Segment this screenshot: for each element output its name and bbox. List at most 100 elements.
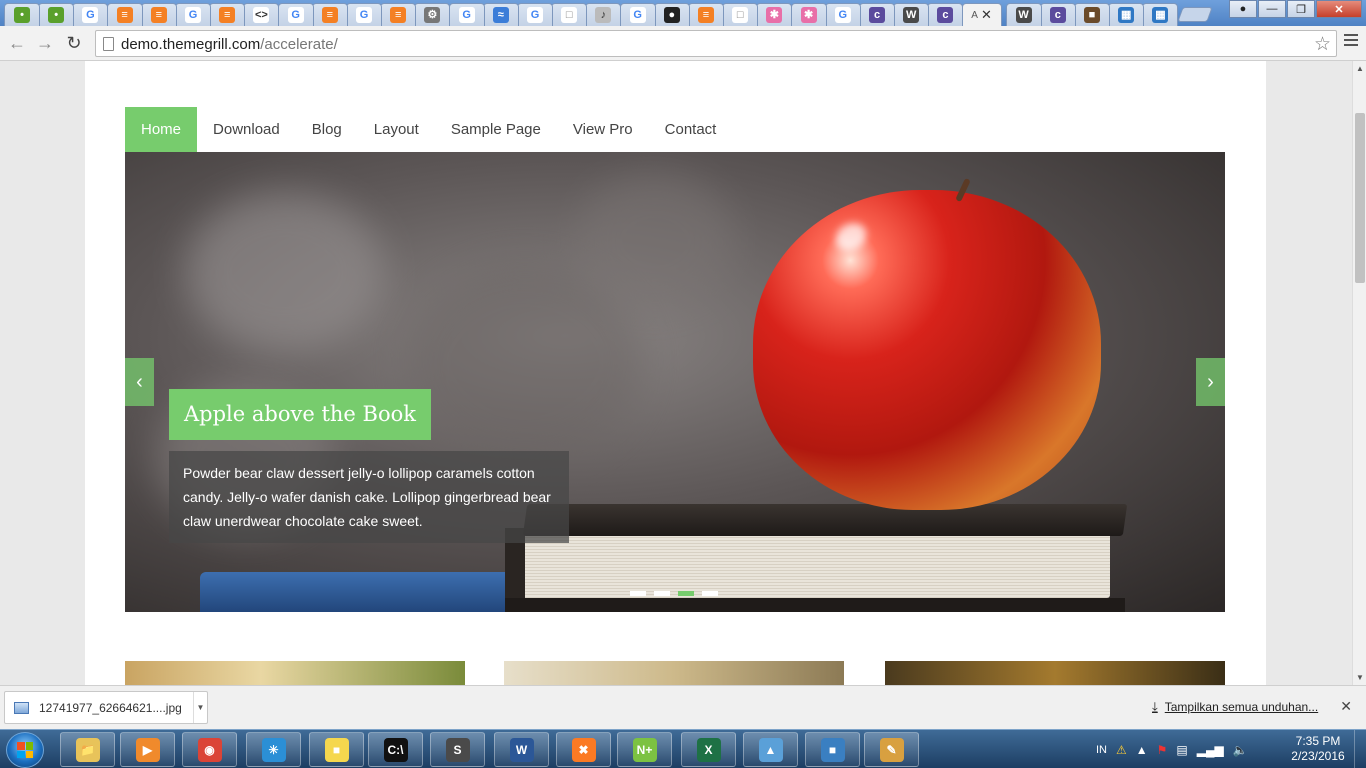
- warning-icon[interactable]: ⚠: [1116, 743, 1127, 757]
- bookmark-star-icon[interactable]: ☆: [1314, 33, 1331, 56]
- taskbar-app-google-chrome[interactable]: ◉: [182, 732, 237, 767]
- browser-tab[interactable]: ≡: [106, 3, 143, 26]
- action-center-icon[interactable]: ⚑: [1157, 743, 1168, 757]
- browser-tab[interactable]: G: [277, 3, 314, 26]
- taskbar-app-windows-explorer[interactable]: 📁: [60, 732, 115, 767]
- close-tab-icon[interactable]: ✕: [981, 7, 992, 23]
- slider-next-button[interactable]: ›: [1196, 358, 1225, 406]
- scroll-up-icon[interactable]: ▲: [1356, 64, 1364, 73]
- show-desktop-button[interactable]: [1354, 730, 1366, 768]
- browser-tab[interactable]: ≡: [688, 3, 724, 26]
- slide-title[interactable]: Apple above the Book: [169, 389, 431, 440]
- nav-item-layout[interactable]: Layout: [358, 107, 435, 152]
- forward-arrow-icon[interactable]: →: [34, 32, 56, 54]
- browser-tab[interactable]: G: [517, 3, 553, 26]
- new-tab-button[interactable]: [1177, 7, 1213, 22]
- browser-tab[interactable]: ≡: [140, 3, 177, 26]
- reload-icon[interactable]: ↻: [63, 32, 85, 54]
- browser-tab[interactable]: c: [927, 3, 964, 26]
- browser-tab[interactable]: ♪: [585, 3, 622, 26]
- taskbar-app-xampp[interactable]: ✖: [556, 732, 611, 767]
- scrollbar-thumb[interactable]: [1355, 113, 1365, 283]
- nav-item-contact[interactable]: Contact: [649, 107, 733, 152]
- taskbar-app-microsoft-word[interactable]: W: [494, 732, 549, 767]
- taskbar-app-paint[interactable]: ✎: [864, 732, 919, 767]
- browser-tab[interactable]: •: [4, 3, 40, 26]
- language-indicator[interactable]: IN: [1096, 744, 1107, 756]
- taskbar-app-microsoft-excel[interactable]: X: [681, 732, 736, 767]
- browser-tab[interactable]: G: [346, 3, 382, 26]
- browser-tab[interactable]: ▦: [1108, 3, 1145, 26]
- browser-tab[interactable]: c: [1039, 3, 1076, 26]
- browser-tab[interactable]: G: [175, 3, 211, 26]
- menu-icon[interactable]: [1344, 34, 1358, 49]
- taskbar-app-notepad-[interactable]: N+: [617, 732, 672, 767]
- browser-tab[interactable]: ●: [653, 3, 690, 26]
- show-hidden-icons-icon[interactable]: ▲: [1136, 743, 1148, 757]
- user-icon[interactable]: ●: [1229, 0, 1257, 18]
- slider-prev-button[interactable]: ‹: [125, 358, 154, 406]
- scroll-down-icon[interactable]: ▼: [1356, 673, 1364, 682]
- browser-tab[interactable]: ⚙: [414, 3, 451, 26]
- slider-dot-2[interactable]: [654, 591, 670, 596]
- browser-tab[interactable]: □: [551, 3, 588, 26]
- back-arrow-icon[interactable]: ←: [6, 32, 28, 54]
- browser-tab[interactable]: G: [72, 3, 109, 26]
- taskbar-app-media-player[interactable]: ▶: [120, 732, 175, 767]
- page-favicon-icon: □: [561, 7, 578, 23]
- browser-tab[interactable]: ▦: [1142, 3, 1179, 26]
- slider-dot-4[interactable]: [702, 591, 718, 596]
- taskbar-app-virtualbox[interactable]: ■: [805, 732, 860, 767]
- browser-tab[interactable]: W: [1005, 3, 1042, 26]
- usb-icon[interactable]: ▤: [1176, 743, 1187, 757]
- browser-tab[interactable]: ≡: [380, 3, 417, 26]
- browser-tab[interactable]: ≡: [209, 3, 246, 26]
- browser-tab[interactable]: ■: [1074, 3, 1110, 26]
- taskbar-app-command-prompt[interactable]: C:\: [368, 732, 423, 767]
- sticky-notes-icon: ■: [324, 737, 349, 762]
- taskbar-app-sourcetree[interactable]: ✳: [246, 732, 301, 767]
- nav-item-home[interactable]: Home: [125, 107, 198, 152]
- vertical-scrollbar[interactable]: ▲ ▼: [1352, 61, 1366, 685]
- tab-active[interactable]: A ✕: [961, 3, 1002, 26]
- browser-tab[interactable]: ≡: [311, 3, 348, 26]
- speaker-favicon-icon: ♪: [595, 7, 612, 23]
- nav-item-view-pro[interactable]: View Pro: [557, 107, 649, 152]
- chevron-down-icon[interactable]: ▼: [193, 692, 207, 723]
- volume-muted-icon[interactable]: 🔈: [1233, 743, 1248, 757]
- taskbar-app-network-tool[interactable]: ▲: [743, 732, 798, 767]
- browser-tab[interactable]: •: [38, 3, 75, 26]
- browser-tab[interactable]: W: [893, 3, 930, 26]
- browser-tab[interactable]: c: [859, 3, 895, 26]
- maximize-button[interactable]: ❐: [1287, 0, 1315, 18]
- featured-thumbnail-2[interactable]: [504, 661, 844, 685]
- browser-tab[interactable]: □: [722, 3, 759, 26]
- browser-tab[interactable]: ≈: [482, 3, 519, 26]
- slider-dot-1[interactable]: [630, 591, 646, 596]
- browser-tab[interactable]: G: [619, 3, 656, 26]
- show-all-downloads-link[interactable]: ⤓ Tampilkan semua unduhan...: [1152, 699, 1318, 715]
- taskbar-app-sticky-notes[interactable]: ■: [309, 732, 364, 767]
- featured-thumbnail-1[interactable]: [125, 661, 465, 685]
- nav-item-sample-page[interactable]: Sample Page: [435, 107, 557, 152]
- minimize-button[interactable]: —: [1258, 0, 1286, 18]
- close-window-button[interactable]: ✕: [1316, 0, 1362, 18]
- nav-item-download[interactable]: Download: [197, 107, 296, 152]
- browser-tab[interactable]: <>: [243, 3, 280, 26]
- browser-tab[interactable]: ✱: [756, 3, 793, 26]
- nav-item-blog[interactable]: Blog: [296, 107, 358, 152]
- network-signal-icon[interactable]: ▂▄▆: [1197, 743, 1224, 757]
- slider-dot-3[interactable]: [678, 591, 694, 596]
- browser-tab[interactable]: ✱: [790, 3, 827, 26]
- address-bar[interactable]: demo.themegrill.com/accelerate/ ☆: [95, 30, 1337, 57]
- featured-thumbnail-3[interactable]: [885, 661, 1225, 685]
- taskbar-app-sublime-text[interactable]: S: [430, 732, 485, 767]
- system-clock[interactable]: 7:35 PM 2/23/2016: [1286, 734, 1350, 764]
- download-item[interactable]: 12741977_62664621....jpg ▼: [4, 691, 208, 724]
- browser-tab[interactable]: G: [824, 3, 861, 26]
- start-button[interactable]: [6, 732, 44, 768]
- url-text: demo.themegrill.com/accelerate/: [121, 36, 338, 53]
- close-icon[interactable]: ✕: [1340, 698, 1352, 715]
- image-slider: ‹ › Apple above the Book Powder bear cla…: [125, 152, 1225, 612]
- browser-tab[interactable]: G: [448, 3, 485, 26]
